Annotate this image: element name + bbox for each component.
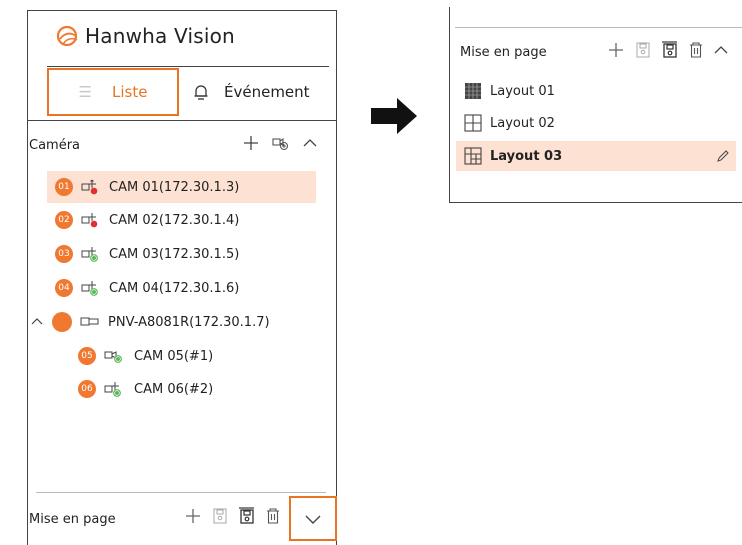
expand-layout-button[interactable] <box>289 496 337 541</box>
layout-item-1[interactable]: Layout 01 <box>456 76 736 106</box>
add-icon[interactable] <box>184 507 202 525</box>
collapse-icon[interactable] <box>302 135 318 151</box>
camera-row-2[interactable]: 02 CAM 02(172.30.1.4) <box>47 204 316 236</box>
camera-label: CAM 05(#1) <box>134 348 214 364</box>
list-icon: ☰ <box>78 83 92 101</box>
save-icon[interactable] <box>212 507 228 525</box>
collapse-icon[interactable] <box>713 42 729 58</box>
grid-custom-icon <box>464 147 482 165</box>
edit-pencil-icon[interactable] <box>716 149 730 163</box>
camera-badge: 03 <box>55 245 73 263</box>
right-top-divider <box>455 27 742 28</box>
delete-icon[interactable] <box>266 507 280 525</box>
layout-label: Layout 03 <box>490 148 563 164</box>
camera-label: CAM 04(172.30.1.6) <box>109 280 240 296</box>
camera-badge: 06 <box>78 380 96 398</box>
camera-badge: 04 <box>55 279 73 297</box>
delete-icon[interactable] <box>689 41 703 59</box>
save-as-icon[interactable] <box>661 41 679 59</box>
layout-section-title-right: Mise en page <box>460 45 547 60</box>
brand-name: Hanwha Vision <box>85 24 235 48</box>
add-camera-icon[interactable] <box>272 135 290 151</box>
nvr-device-icon <box>80 317 99 326</box>
header-divider <box>47 66 329 67</box>
layout-section-actions <box>184 507 280 525</box>
nvr-badge <box>52 312 72 332</box>
ptz-camera-green-icon <box>81 281 98 296</box>
sub-camera-row-1[interactable]: 05 CAM 05(#1) <box>78 340 318 372</box>
layout-actions-right <box>607 41 729 59</box>
grid-filled-icon <box>465 83 481 99</box>
ptz-camera-red-icon <box>81 213 98 228</box>
brand-logo: Hanwha Vision <box>55 20 275 52</box>
camera-label: CAM 03(172.30.1.5) <box>109 246 240 262</box>
layout-item-3[interactable]: Layout 03 <box>456 141 736 171</box>
tabs-divider <box>27 120 337 121</box>
camera-badge: 02 <box>55 211 73 229</box>
camera-row-1[interactable]: 01 CAM 01(172.30.1.3) <box>47 171 316 203</box>
camera-badge: 05 <box>78 347 96 365</box>
arrow-right-icon <box>371 98 417 134</box>
save-as-icon[interactable] <box>238 507 256 525</box>
camera-label: CAM 01(172.30.1.3) <box>109 179 240 195</box>
sub-camera-row-2[interactable]: 06 CAM 06(#2) <box>78 373 318 405</box>
nvr-row[interactable]: PNV-A8081R(172.30.1.7) <box>30 306 320 338</box>
layout-divider <box>36 492 326 493</box>
expand-chevron-icon[interactable] <box>30 315 44 329</box>
camera-row-3[interactable]: 03 CAM 03(172.30.1.5) <box>47 238 316 270</box>
camera-label: CAM 06(#2) <box>134 381 214 397</box>
camera-badge: 01 <box>55 178 73 196</box>
ptz-camera-red-icon <box>81 179 98 195</box>
chevron-down-icon <box>305 515 321 524</box>
tab-event[interactable]: Événement <box>192 68 310 116</box>
layout-item-2[interactable]: Layout 02 <box>456 108 736 138</box>
save-icon[interactable] <box>635 41 651 59</box>
ptz-camera-green-icon <box>81 247 98 262</box>
tab-event-label: Événement <box>224 83 310 101</box>
ptz-camera-green-icon <box>104 382 121 397</box>
camera-section-actions <box>242 134 318 152</box>
camera-row-4[interactable]: 04 CAM 04(172.30.1.6) <box>47 272 316 304</box>
fixed-camera-green-icon <box>104 351 122 363</box>
tab-list-label: Liste <box>112 83 148 101</box>
layout-label: Layout 02 <box>490 115 555 131</box>
hanwha-logo-icon <box>56 25 78 47</box>
tab-list[interactable]: ☰ Liste <box>47 68 179 116</box>
layout-section-title: Mise en page <box>29 512 116 527</box>
add-icon[interactable] <box>242 134 260 152</box>
camera-section-title: Caméra <box>29 138 81 153</box>
nvr-label: PNV-A8081R(172.30.1.7) <box>108 314 270 330</box>
bell-icon <box>194 85 208 100</box>
add-icon[interactable] <box>607 41 625 59</box>
grid-2x2-icon <box>464 114 482 132</box>
camera-label: CAM 02(172.30.1.4) <box>109 212 240 228</box>
layout-label: Layout 01 <box>490 83 555 99</box>
